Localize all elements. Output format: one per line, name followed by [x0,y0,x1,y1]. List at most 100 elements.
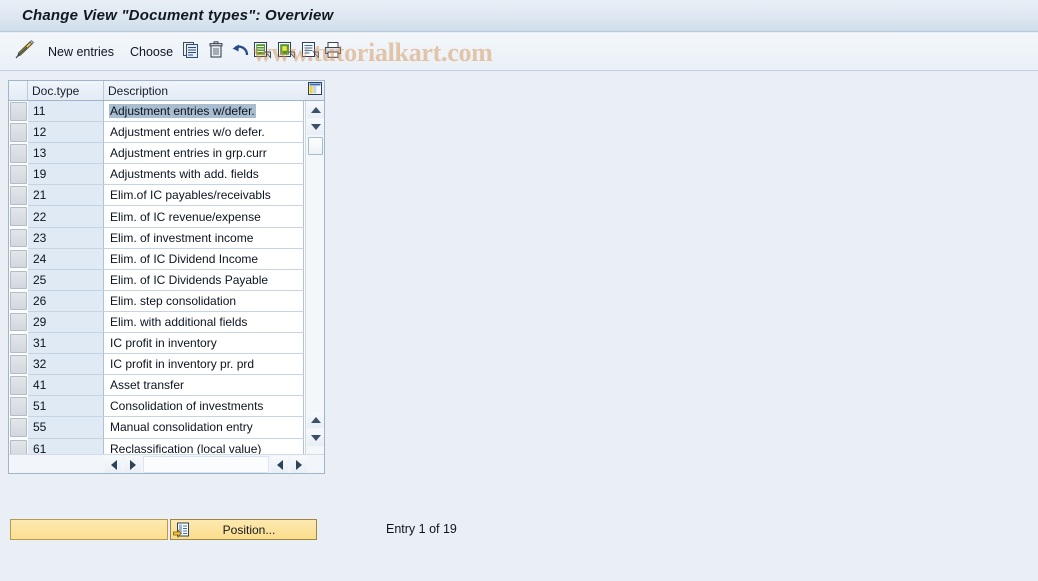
cell-description[interactable]: Adjustment entries w/o defer. [104,122,304,144]
position-button[interactable]: Position... [170,519,317,540]
row-select-button[interactable] [10,270,27,290]
scroll-column-right-button[interactable] [290,456,307,473]
row-select-button[interactable] [10,355,27,374]
cell-doctype[interactable]: 55 [28,417,104,439]
table-row[interactable]: 29 Elim. with additional fields [9,311,324,334]
scroll-page-up-button[interactable] [307,412,324,428]
table-row[interactable]: 61 Reclassification (local value) [9,438,324,454]
row-select-button[interactable] [10,102,27,121]
table-row[interactable]: 25 Elim. of IC Dividends Payable [9,269,324,291]
table-row[interactable]: 11 Adjustment entries w/defer. [9,101,324,123]
cell-doctype[interactable]: 51 [28,396,104,418]
row-select-button[interactable] [10,418,27,437]
deselect-all-button[interactable] [277,33,296,71]
cell-description[interactable]: Elim.of IC payables/receivabls [104,185,304,207]
cell-doctype[interactable]: 41 [28,375,104,397]
table-vertical-scrollbar[interactable] [305,101,324,454]
cell-description[interactable]: Elim. of IC revenue/expense [104,206,304,228]
row-select-button[interactable] [10,376,27,395]
cell-description[interactable]: Consolidation of investments [104,396,304,418]
table-row[interactable]: 19 Adjustments with add. fields [9,164,324,186]
table-row[interactable]: 22 Elim. of IC revenue/expense [9,206,324,228]
cell-description[interactable]: Adjustments with add. fields [104,164,304,186]
cell-doctype[interactable]: 23 [28,227,104,249]
select-all-button[interactable] [253,33,272,71]
cell-description[interactable]: Elim. of investment income [104,227,304,249]
row-select-button[interactable] [10,334,27,353]
position-icon [173,522,190,538]
choose-button[interactable]: Choose [130,33,173,71]
cell-description[interactable]: Adjustment entries in grp.curr [104,143,304,165]
row-select-button[interactable] [10,291,27,311]
cell-doctype[interactable]: 11 [28,101,104,123]
new-entries-button[interactable]: New entries [48,33,114,71]
table-row[interactable]: 26 Elim. step consolidation [9,290,324,312]
undo-button[interactable] [231,33,251,71]
table-row[interactable]: 55 Manual consolidation entry [9,417,324,439]
cell-doctype[interactable]: 21 [28,185,104,207]
table-row[interactable]: 31 IC profit in inventory [9,333,324,355]
cell-doctype[interactable]: 26 [28,290,104,312]
cell-doctype[interactable]: 22 [28,206,104,228]
column-header-description[interactable]: Description [104,81,304,100]
cell-description[interactable]: IC profit in inventory pr. prd [104,354,304,376]
row-select-button[interactable] [10,228,27,248]
horizontal-scroll-track[interactable] [143,456,269,473]
cell-doctype[interactable]: 61 [28,438,104,454]
cell-doctype[interactable]: 19 [28,164,104,186]
cell-description[interactable]: Asset transfer [104,375,304,397]
row-select-button[interactable] [10,207,27,226]
scroll-page-down-button[interactable] [307,430,324,446]
scroll-up-button[interactable] [307,102,324,118]
delete-button[interactable] [208,33,224,71]
table-row[interactable]: 41 Asset transfer [9,375,324,397]
cell-description[interactable]: Adjustment entries w/defer. [104,101,304,123]
table-row[interactable]: 32 IC profit in inventory pr. prd [9,354,324,376]
display-change-button[interactable] [14,33,36,71]
column-header-doctype[interactable]: Doc.type [28,81,104,100]
table-row[interactable]: 13 Adjustment entries in grp.curr [9,143,324,165]
table-row[interactable]: 12 Adjustment entries w/o defer. [9,122,324,144]
copy-as-button[interactable] [182,33,200,71]
row-select-button[interactable] [10,186,27,205]
cell-doctype[interactable]: 24 [28,248,104,270]
table-settings-button[interactable] [305,81,324,100]
cell-description-text: Elim. of IC Dividends Payable [110,272,269,287]
cell-doctype[interactable]: 13 [28,143,104,165]
scrollbar-thumb[interactable] [308,137,323,155]
row-select-button[interactable] [10,249,27,269]
cell-doctype[interactable]: 31 [28,333,104,355]
cell-doctype[interactable]: 32 [28,354,104,376]
row-select-button[interactable] [10,312,27,332]
table-row[interactable]: 23 Elim. of investment income [9,227,324,249]
print-button[interactable] [324,33,342,71]
cell-description[interactable]: Elim. with additional fields [104,311,304,334]
cell-doctype[interactable]: 25 [28,269,104,291]
new-entries-label: New entries [48,45,114,59]
table-row[interactable]: 51 Consolidation of investments [9,396,324,418]
cell-doctype[interactable]: 29 [28,311,104,334]
cell-description[interactable]: Elim. of IC Dividends Payable [104,269,304,291]
cell-description[interactable]: Elim. step consolidation [104,290,304,312]
cell-description[interactable]: Elim. of IC Dividend Income [104,248,304,270]
table-row[interactable]: 24 Elim. of IC Dividend Income [9,248,324,270]
position-input[interactable] [10,519,168,540]
row-select-button[interactable] [10,439,27,454]
cell-description[interactable]: IC profit in inventory [104,333,304,355]
cell-doctype[interactable]: 12 [28,122,104,144]
scroll-down-button[interactable] [307,119,324,135]
scroll-left-button[interactable] [105,456,122,473]
row-select-button[interactable] [10,165,27,184]
row-select-button[interactable] [10,397,27,416]
table-settings-icon [307,81,322,100]
cell-description[interactable]: Manual consolidation entry [104,417,304,439]
scroll-right-button[interactable] [124,456,141,473]
variant-button[interactable] [301,33,320,71]
scroll-column-left-button[interactable] [271,456,288,473]
table-horizontal-scrollbar[interactable] [9,454,324,473]
table-header-select-all-cell[interactable] [9,81,28,100]
row-select-button[interactable] [10,123,27,142]
table-row[interactable]: 21 Elim.of IC payables/receivabls [9,185,324,207]
cell-description[interactable]: Reclassification (local value) [104,438,304,454]
row-select-button[interactable] [10,144,27,163]
